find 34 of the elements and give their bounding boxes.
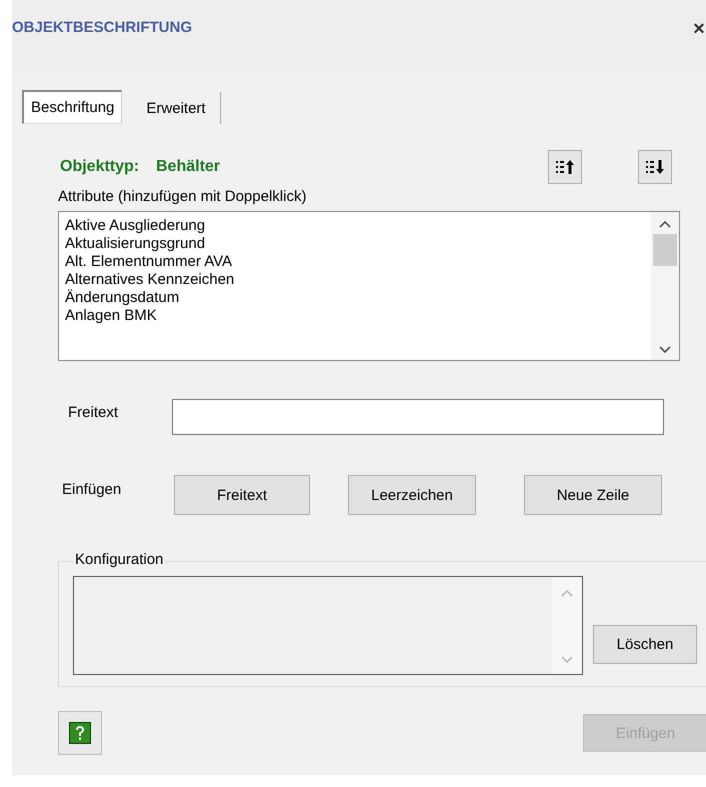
- list-item[interactable]: Änderungsdatum: [65, 289, 651, 307]
- close-button[interactable]: ×: [692, 18, 706, 40]
- scroll-thumb[interactable]: [653, 234, 677, 266]
- object-type-label: Objekttyp:: [60, 158, 140, 176]
- configuration-label: Konfiguration: [73, 551, 166, 568]
- help-button[interactable]: [58, 711, 102, 755]
- configuration-textarea[interactable]: [73, 576, 583, 675]
- insert-button[interactable]: Freitext: [174, 475, 310, 515]
- scrollbar[interactable]: [651, 212, 679, 360]
- list-up-icon: [555, 158, 575, 176]
- attribute-list[interactable]: Aktive Ausgliederung Aktualisierungsgrund Alt. Elementnummer AVA Alternatives Kennzeichen Änderungsdatum Anlagen BMK: [58, 211, 680, 361]
- list-item[interactable]: Alt. Elementnummer AVA: [65, 253, 651, 271]
- insert-button[interactable]: Leerzeichen: [348, 475, 476, 515]
- insert-label: Einfügen: [62, 480, 122, 498]
- move-down-button[interactable]: [638, 150, 672, 184]
- list-down-icon: [645, 158, 665, 176]
- list-item[interactable]: Aktive Ausgliederung: [65, 217, 651, 235]
- list-item[interactable]: Anlagen BMK: [65, 307, 651, 325]
- chevron-down-icon: [561, 656, 573, 664]
- window-title: OBJEKTBESCHRIFTUNG: [12, 18, 192, 36]
- list-item[interactable]: Aktualisierungsgrund: [65, 235, 651, 253]
- tab[interactable]: Beschriftung: [22, 90, 122, 124]
- help-icon: [69, 722, 91, 744]
- chevron-up-icon: [659, 220, 671, 228]
- delete-button[interactable]: Löschen: [593, 625, 697, 664]
- insert-button[interactable]: Neue Zeile: [524, 475, 662, 515]
- chevron-down-icon: [659, 346, 671, 354]
- object-type-value: Behälter: [156, 158, 222, 176]
- list-item[interactable]: Alternatives Kennzeichen: [65, 271, 651, 289]
- freetext-input[interactable]: [172, 399, 664, 435]
- attributes-label: Attribute (hinzufügen mit Doppelklick): [58, 188, 308, 205]
- chevron-up-icon: [561, 589, 573, 597]
- move-up-button[interactable]: [548, 150, 582, 184]
- freetext-label: Freitext: [68, 404, 120, 420]
